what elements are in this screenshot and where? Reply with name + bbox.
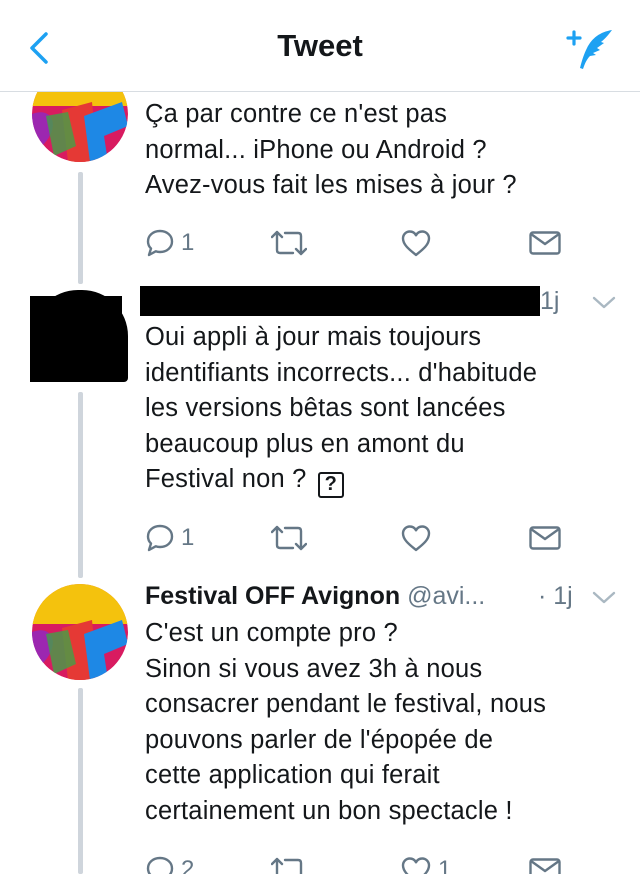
reply-count: 1: [181, 524, 195, 551]
like-count: 1: [438, 856, 452, 874]
retweet-button[interactable]: [271, 518, 307, 558]
direct-message-icon: [529, 231, 561, 255]
author-handle[interactable]: @avi...: [407, 582, 485, 610]
tweet-header: Festival OFF Avignon @avi...: [145, 579, 485, 613]
page-title: Tweet: [277, 28, 363, 63]
like-icon: [401, 230, 431, 257]
thread-connector-line: [78, 688, 83, 874]
tweet-actions: 1: [145, 518, 570, 558]
navigation-header: Tweet: [0, 0, 640, 92]
thread-connector-line: [78, 172, 83, 284]
tweet-actions: 1: [145, 223, 570, 263]
direct-message-icon: [529, 858, 561, 874]
like-button[interactable]: [400, 518, 432, 558]
author-name-redacted: [140, 286, 540, 316]
tweet-timestamp: 1j: [540, 287, 560, 315]
caret-down-icon[interactable]: [590, 588, 618, 608]
tweet-text: Ça par contre ce n'est pas normal... iPh…: [145, 100, 517, 199]
retweet-icon: [271, 857, 303, 874]
thread-connector-line: [78, 392, 83, 578]
reply-button[interactable]: 2: [145, 850, 194, 874]
reply-button[interactable]: 1: [145, 518, 194, 558]
tweet-time: 1j: [553, 582, 573, 610]
compose-tweet-icon[interactable]: [566, 26, 616, 72]
tweet-actions: 2 1: [145, 850, 570, 874]
like-button[interactable]: 1: [400, 850, 451, 874]
like-icon: [401, 857, 431, 874]
unsupported-emoji-glyph: ?: [317, 472, 344, 498]
reply-icon: [146, 524, 174, 552]
redaction-block: [30, 296, 122, 382]
like-icon: [401, 525, 431, 552]
reply-count: 2: [181, 856, 195, 874]
reply-button[interactable]: 1: [145, 223, 194, 263]
direct-message-button[interactable]: [528, 518, 562, 558]
author-name[interactable]: Festival OFF Avignon: [145, 582, 400, 610]
retweet-icon: [271, 525, 307, 551]
reply-icon: [146, 229, 174, 257]
avatar[interactable]: [32, 584, 128, 680]
festival-off-logo-icon: [32, 584, 128, 680]
meta-separator: ·: [538, 582, 547, 610]
retweet-button[interactable]: [271, 223, 307, 263]
direct-message-button[interactable]: [528, 850, 562, 874]
reply-count: 1: [181, 229, 195, 256]
direct-message-icon: [529, 526, 561, 550]
tweet-text: C'est un compte pro ? Sinon si vous avez…: [145, 619, 547, 825]
reply-icon: [146, 856, 174, 874]
tweet-text: Oui appli à jour mais toujours identifia…: [145, 320, 616, 498]
direct-message-button[interactable]: [528, 223, 562, 263]
retweet-button[interactable]: [271, 850, 307, 874]
tweet-timestamp: · 1j: [538, 579, 573, 613]
like-button[interactable]: [400, 223, 432, 263]
retweet-icon: [271, 230, 307, 256]
tweet-text-body: Oui appli à jour mais toujours identifia…: [145, 323, 538, 493]
caret-down-icon[interactable]: [590, 293, 618, 313]
